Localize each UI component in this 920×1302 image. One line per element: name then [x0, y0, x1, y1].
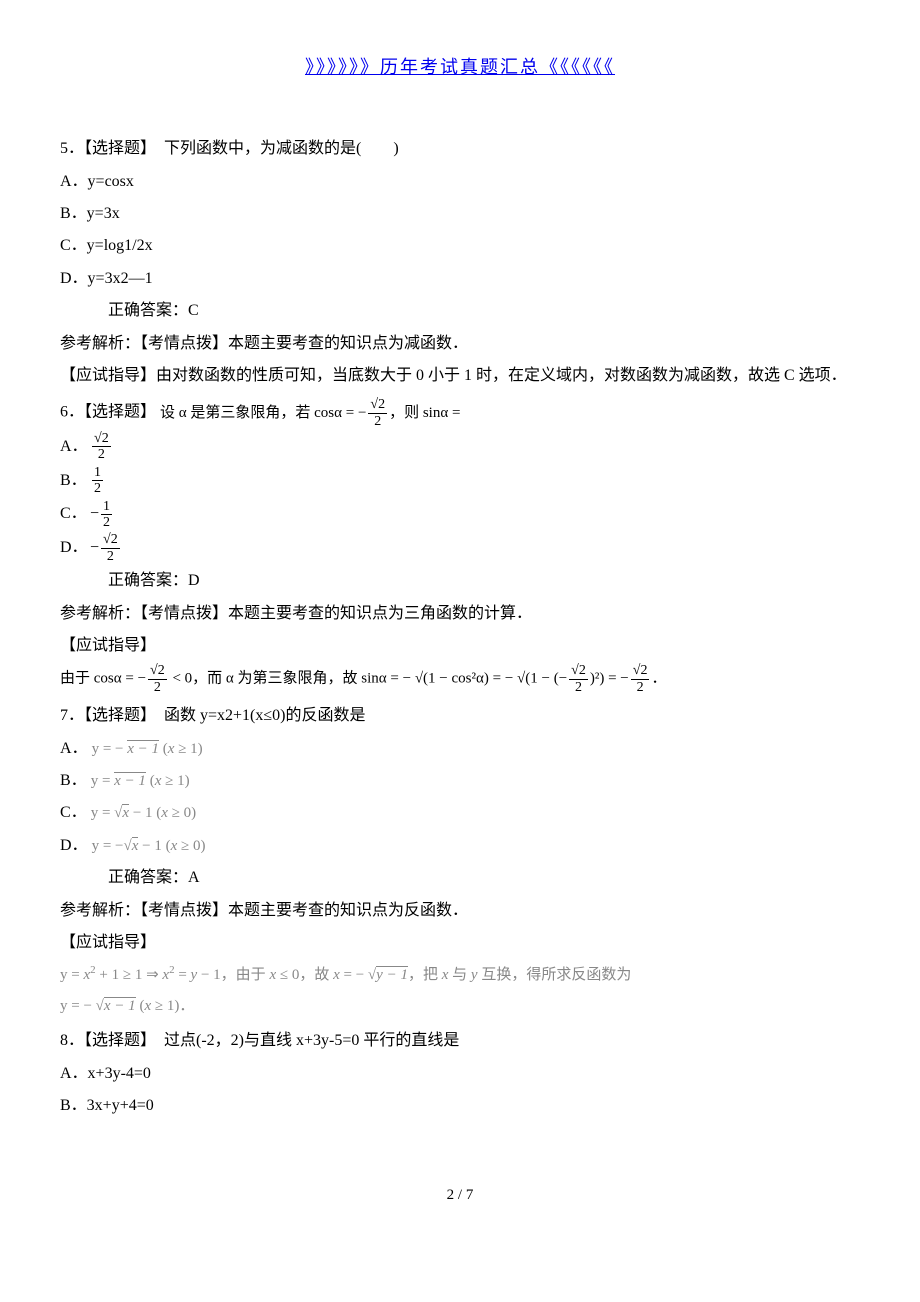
q7-analysis-4: y = − √x − 1 (x ≥ 1)． [60, 992, 860, 1021]
q7-answer: 正确答案：A [60, 863, 860, 893]
q6-option-a: A． √22 [60, 431, 860, 463]
q6-c-label: C． [60, 499, 86, 529]
q7-option-b: B． y = x − 1 (x ≥ 1) [60, 766, 860, 796]
q7-a-label: A． [60, 740, 88, 757]
header-link[interactable]: 》》》》》》历年考试真题汇总《《《《《《 [60, 50, 860, 84]
q6-d-label: D． [60, 533, 86, 563]
q7-option-c: C． y = √x − 1 (x ≥ 0) [60, 798, 860, 828]
q8-option-b: B．3x+y+4=0 [60, 1091, 860, 1121]
q5-stem: 5．【选择题】 下列函数中，为减函数的是( ) [60, 134, 860, 164]
question-7: 7．【选择题】 函数 y=x2+1(x≤0)的反函数是 A． y = − x −… [60, 701, 860, 1020]
q5-option-c: C．y=log1/2x [60, 231, 860, 261]
q6-c-math: −12 [90, 499, 114, 531]
q7-d-math: y = −√x − 1 (x ≥ 0) [92, 837, 206, 854]
q7-b-label: B． [60, 772, 87, 789]
q6-option-d: D． −√22 [60, 532, 860, 564]
q7-d-label: D． [60, 837, 88, 854]
q6-option-b: B． 12 [60, 465, 860, 497]
q7-c-label: C． [60, 804, 87, 821]
q6-d-math: −√22 [90, 532, 122, 564]
q5-analysis-2: 【应试指导】由对数函数的性质可知，当底数大于 0 小于 1 时，在定义域内，对数… [60, 361, 860, 391]
question-8: 8．【选择题】 过点(-2，2)与直线 x+3y-5=0 平行的直线是 A．x+… [60, 1026, 860, 1121]
q5-option-a: A．y=cosx [60, 167, 860, 197]
q7-analysis-2: 【应试指导】 [60, 928, 860, 958]
q6-stem-math: 设 α 是第三象限角，若 cosα = −√22，则 sinα = [160, 405, 460, 421]
q7-a-math: y = − x − 1 (x ≥ 1) [92, 740, 203, 757]
q5-analysis-1: 参考解析：【考情点拨】本题主要考查的知识点为减函数． [60, 329, 860, 359]
q6-stem: 6．【选择题】 设 α 是第三象限角，若 cosα = −√22，则 sinα … [60, 397, 860, 429]
q6-analysis-1: 参考解析：【考情点拨】本题主要考查的知识点为三角函数的计算． [60, 599, 860, 629]
q7-analysis-1: 参考解析：【考情点拨】本题主要考查的知识点为反函数． [60, 896, 860, 926]
q6-analysis-3: 由于 cosα = −√22 < 0，而 α 为第三象限角，故 sinα = −… [60, 663, 860, 695]
q8-option-a: A．x+3y-4=0 [60, 1059, 860, 1089]
q6-stem-prefix: 6．【选择题】 [60, 404, 156, 421]
q7-analysis-3: y = x2 + 1 ≥ 1 ⇒ x2 = y − 1，由于 x ≤ 0，故 x… [60, 960, 860, 990]
q6-answer: 正确答案：D [60, 566, 860, 596]
q7-option-d: D． y = −√x − 1 (x ≥ 0) [60, 831, 860, 861]
q6-b-math: 12 [92, 465, 103, 497]
question-6: 6．【选择题】 设 α 是第三象限角，若 cosα = −√22，则 sinα … [60, 397, 860, 695]
q6-a-label: A． [60, 432, 86, 462]
question-5: 5．【选择题】 下列函数中，为减函数的是( ) A．y=cosx B．y=3x … [60, 134, 860, 391]
q7-b-math: y = x − 1 (x ≥ 1) [91, 772, 190, 789]
q6-analysis-2: 【应试指导】 [60, 631, 860, 661]
q7-option-a: A． y = − x − 1 (x ≥ 1) [60, 734, 860, 764]
q7-c-math: y = √x − 1 (x ≥ 0) [91, 804, 197, 821]
q5-option-d: D．y=3x2—1 [60, 264, 860, 294]
q5-option-b: B．y=3x [60, 199, 860, 229]
q6-b-label: B． [60, 466, 86, 496]
q8-stem: 8．【选择题】 过点(-2，2)与直线 x+3y-5=0 平行的直线是 [60, 1026, 860, 1056]
q7-stem: 7．【选择题】 函数 y=x2+1(x≤0)的反函数是 [60, 701, 860, 731]
q5-answer: 正确答案：C [60, 296, 860, 326]
q6-a-math: √22 [92, 431, 111, 463]
q6-option-c: C． −12 [60, 499, 860, 531]
page-footer: 2 / 7 [60, 1181, 860, 1210]
